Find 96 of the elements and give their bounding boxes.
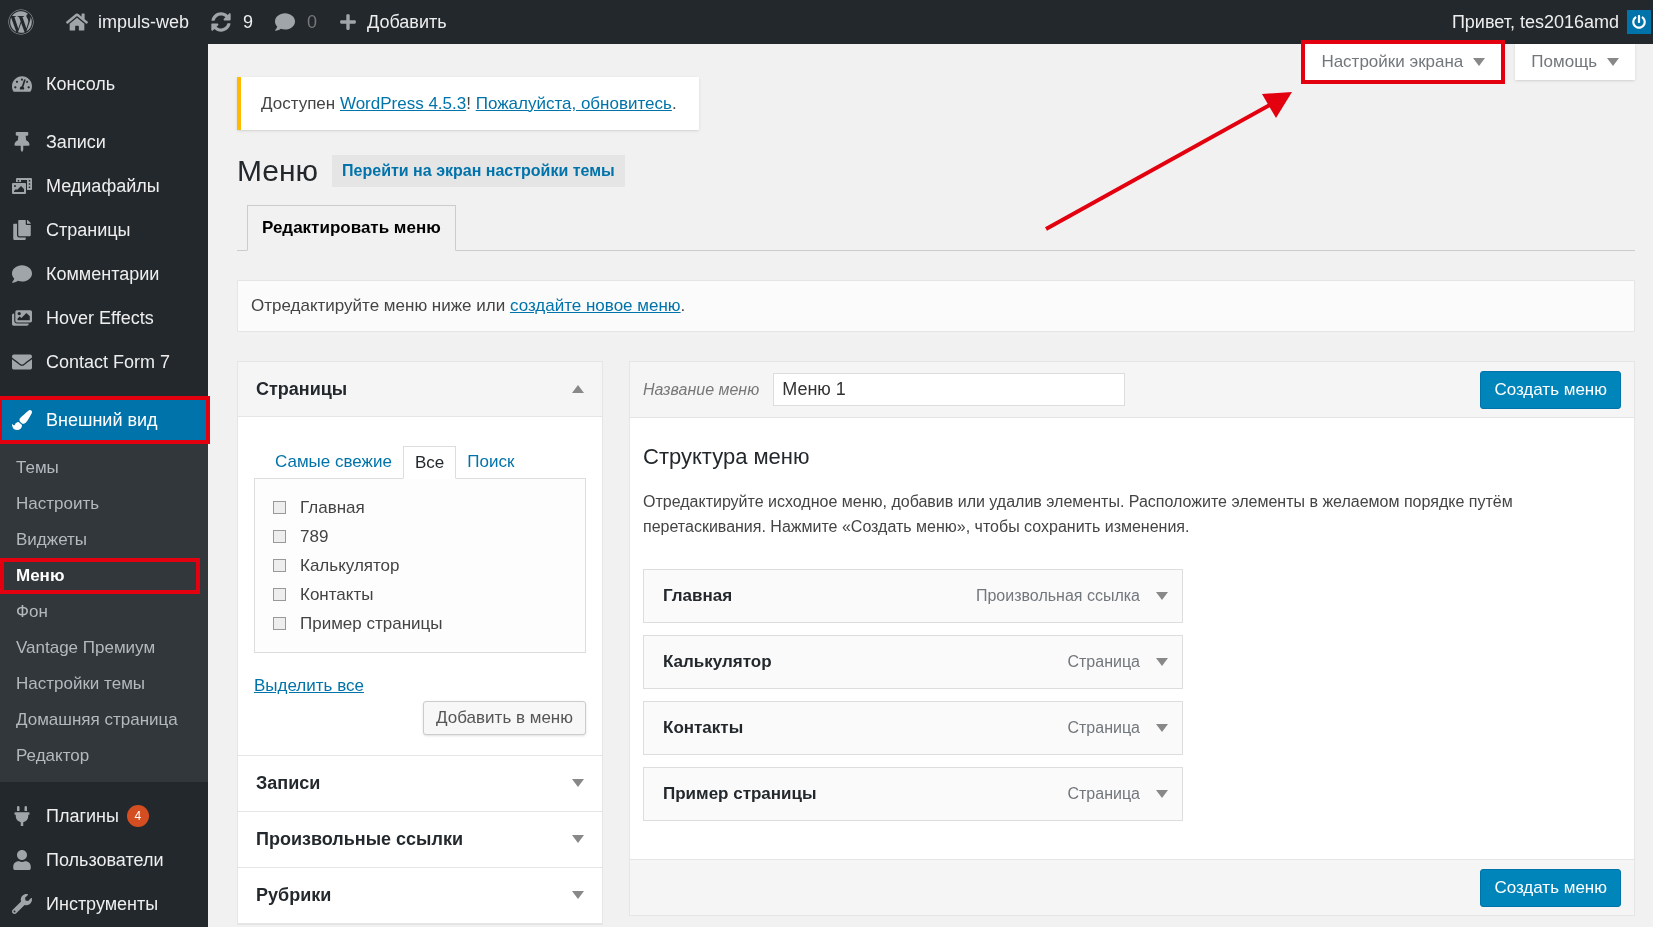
wrench-icon [12, 894, 32, 914]
submenu-item[interactable]: Фон [0, 594, 208, 630]
checkbox[interactable] [273, 530, 286, 543]
menu-item-title: Калькулятор [663, 651, 772, 674]
page-title: Меню [237, 153, 319, 189]
plus-icon[interactable] [339, 13, 358, 31]
expand-arrow-icon [1156, 790, 1168, 798]
envelope-icon [12, 352, 32, 372]
checkbox[interactable] [273, 588, 286, 601]
updates-icon[interactable] [211, 12, 232, 32]
submenu-item[interactable]: Редактор [0, 738, 208, 774]
home-icon[interactable] [66, 11, 88, 33]
manage-menus-text: Отредактируйте меню ниже или создайте новое меню. [251, 295, 686, 318]
sidebar-item[interactable]: Комментарии [0, 252, 208, 296]
updates-count: 9 [243, 10, 254, 34]
checkbox-label: Калькулятор [300, 554, 400, 577]
checkbox-label: 789 [300, 525, 329, 548]
submenu-item[interactable]: Настройки темы [0, 666, 208, 702]
comment-icon[interactable] [275, 12, 296, 32]
checkbox-label: Пример страницы [300, 612, 443, 635]
screen-meta-toggle[interactable]: Помощь [1515, 44, 1635, 80]
submenu-item[interactable]: Темы [0, 450, 208, 486]
structure-text: Отредактируйте исходное меню, добавив или удалив элементы. Расположите элементы в желаемом порядке путём перетаскивания. Нажмите «Создать меню», чтобы сохранить изменения. [643, 492, 1514, 537]
caret-icon [1607, 58, 1619, 66]
sidebar-item[interactable]: Инструменты [0, 882, 208, 926]
menu-item-title: Главная [663, 585, 733, 608]
checkbox[interactable] [273, 501, 286, 514]
paintbrush-icon [12, 410, 32, 430]
sidebar-item[interactable]: Пользователи [0, 838, 208, 882]
menu-item-type: Произвольная ссылка [975, 586, 1140, 606]
expand-arrow-icon [1156, 658, 1168, 666]
accordion-header[interactable]: Страницы [238, 362, 602, 417]
expand-arrow-icon [572, 779, 584, 787]
menu-item-bar[interactable]: Главная Произвольная ссылка [643, 569, 1183, 623]
sidebar-item[interactable]: Записи [0, 120, 208, 164]
update-notice-text: Доступен WordPress 4.5.3! Пожалуйста, обновитесь. [261, 92, 677, 115]
menu-item-title: Пример страницы [663, 783, 817, 806]
expand-arrow-icon [572, 891, 584, 899]
submenu-item[interactable]: Домашняя страница [0, 702, 208, 738]
power-icon [1632, 15, 1646, 29]
sidebar-item[interactable]: Contact Form 7 [0, 340, 208, 384]
checkbox-label: Главная [300, 496, 365, 519]
submenu-item[interactable]: Виджеты [0, 522, 208, 558]
sidebar-item[interactable]: Медиафайлы [0, 164, 208, 208]
collapse-arrow-icon [572, 385, 584, 393]
menu-item-title: Контакты [663, 717, 744, 740]
checkbox[interactable] [273, 559, 286, 572]
structure-heading: Структура меню [643, 443, 811, 471]
checkbox-label: Контакты [300, 583, 374, 606]
submenu-item[interactable]: Меню [0, 558, 200, 594]
nav-tab[interactable]: Редактировать меню [247, 205, 456, 251]
comment-icon [12, 264, 32, 284]
media-icon [12, 176, 32, 196]
expand-arrow-icon [572, 835, 584, 843]
pages-icon [12, 220, 32, 240]
menu-item-type: Страница [1067, 718, 1140, 738]
sidebar-item[interactable]: Плагины 4 [0, 794, 208, 838]
new-link[interactable]: Добавить [367, 8, 447, 36]
image-icon [12, 308, 32, 328]
wordpress-logo-icon[interactable] [8, 9, 34, 35]
menu-name-label: Название меню [643, 379, 760, 400]
expand-arrow-icon [1156, 724, 1168, 732]
greeting-link[interactable]: Привет, tes2016amd [1451, 8, 1619, 36]
dashboard-icon [12, 74, 32, 94]
sidebar-item[interactable]: Страницы [0, 208, 208, 252]
menu-item-bar[interactable]: Контакты Страница [643, 701, 1183, 755]
sidebar-item[interactable]: Внешний вид [0, 398, 208, 442]
create-menu-button[interactable]: Создать меню [1480, 868, 1621, 907]
sidebar-item[interactable]: Hover Effects [0, 296, 208, 340]
submenu-item[interactable]: Vantage Премиум [0, 630, 208, 666]
panel-tab[interactable]: Все [402, 446, 457, 479]
checkbox[interactable] [273, 617, 286, 630]
select-all-link[interactable]: Выделить все [254, 673, 364, 699]
pin-icon [12, 132, 32, 152]
plug-icon [12, 806, 32, 826]
version-link[interactable]: WordPress 4.5.3 [339, 93, 467, 113]
menu-item-type: Страница [1067, 784, 1140, 804]
expand-arrow-icon [1156, 592, 1168, 600]
count-badge: 4 [126, 805, 149, 827]
site-name-link[interactable]: impuls-web [98, 8, 190, 36]
panel-tab[interactable]: Самые свежие [264, 445, 403, 478]
menu-item-bar[interactable]: Пример страницы Страница [643, 767, 1183, 821]
update-link[interactable]: Пожалуйста, обновитесь [475, 93, 672, 113]
title-action-button[interactable]: Перейти на экран настройки темы [332, 154, 625, 187]
comments-count: 0 [307, 10, 318, 34]
create-menu-link[interactable]: создайте новое меню [509, 296, 681, 316]
caret-icon [1473, 58, 1486, 66]
submenu-item[interactable]: Настроить [0, 486, 208, 522]
add-to-menu-button[interactable]: Добавить в меню [423, 700, 586, 735]
menu-name-field[interactable]: Меню 1 [773, 373, 1126, 406]
user-icon [12, 850, 32, 870]
panel-tab[interactable]: Поиск [456, 445, 526, 478]
create-menu-button[interactable]: Создать меню [1480, 370, 1621, 409]
menu-item-bar[interactable]: Калькулятор Страница [643, 635, 1183, 689]
menu-item-type: Страница [1067, 652, 1140, 672]
sidebar-item[interactable]: Консоль [0, 62, 208, 106]
